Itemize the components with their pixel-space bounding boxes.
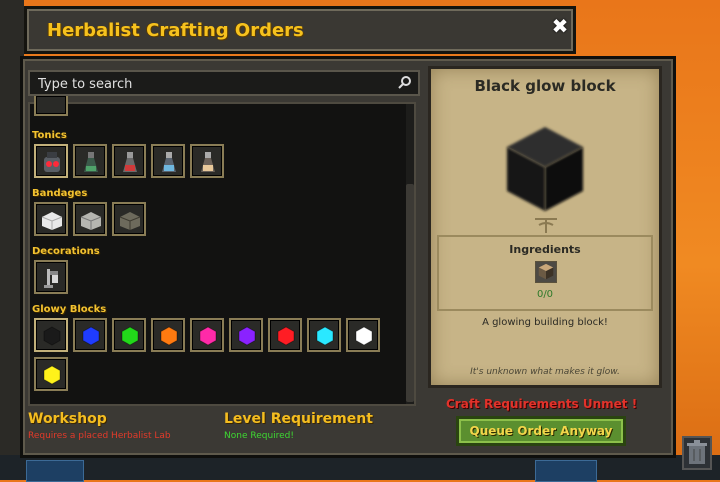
recipe-slot-glow-block[interactable]	[151, 318, 185, 352]
recipe-slot-bandage[interactable]	[112, 202, 146, 236]
search-bar[interactable]	[28, 70, 420, 96]
recipe-slot-glow-block[interactable]	[34, 357, 68, 391]
glow-block-icon	[355, 326, 373, 346]
item-detail-panel: Black glow block Ingredients 0/0 A glowi…	[428, 66, 662, 388]
glow-block-icon	[82, 326, 100, 346]
recipe-slot-glow-block[interactable]	[229, 318, 263, 352]
glow-block-icon	[160, 326, 178, 346]
ingredients-label: Ingredients	[509, 243, 581, 256]
recipe-slot-glow-block[interactable]	[112, 318, 146, 352]
recipe-slot-partial[interactable]	[34, 96, 68, 116]
item-title: Black glow block	[474, 77, 616, 95]
search-icon[interactable]	[398, 75, 412, 89]
bandage-icon	[41, 212, 63, 230]
item-flavor-text: It's unknown what makes it glow.	[470, 367, 620, 377]
requirements-unmet-warning: Craft Requirements Unmet !	[446, 397, 638, 411]
category-label-bandages: Bandages	[32, 188, 88, 199]
recipe-slot-glow-block[interactable]	[268, 318, 302, 352]
background-tile	[535, 460, 597, 482]
recipe-slot-bandage[interactable]	[73, 202, 107, 236]
lantern-icon	[44, 269, 58, 288]
recipe-slot-tonic[interactable]	[112, 144, 146, 178]
flask-icon	[84, 152, 98, 172]
tonic-icon	[44, 152, 60, 172]
ingredient-count: 0/0	[536, 289, 554, 300]
recipe-slot-glow-block[interactable]	[346, 318, 380, 352]
bandage-icon	[80, 212, 102, 230]
glow-block-icon	[316, 326, 334, 346]
glow-block-icon	[121, 326, 139, 346]
recipe-slot-decoration[interactable]	[34, 260, 68, 294]
scrollbar-thumb[interactable]	[406, 184, 414, 402]
glow-block-icon	[238, 326, 256, 346]
queue-order-button[interactable]: Queue Order Anyway	[456, 416, 626, 446]
glow-block-icon	[43, 365, 61, 385]
recipe-slot-tonic[interactable]	[151, 144, 185, 178]
glow-block-icon	[199, 326, 217, 346]
flask-icon	[201, 152, 215, 172]
recipe-slot-glow-block[interactable]	[73, 318, 107, 352]
workshop-status: Requires a placed Herbalist Lab	[28, 431, 171, 441]
recipe-slot-glow-block[interactable]	[190, 318, 224, 352]
background-floor	[0, 455, 720, 482]
item-description: A glowing building block!	[482, 317, 608, 328]
bandage-icon	[119, 212, 141, 230]
ingredients-box: Ingredients 0/0	[437, 235, 653, 311]
glow-block-icon	[277, 326, 295, 346]
category-label-tonics: Tonics	[32, 130, 67, 141]
black-glow-block-icon	[507, 127, 583, 211]
recipe-slot-tonic[interactable]	[190, 144, 224, 178]
recipe-slot-tonic[interactable]	[34, 144, 68, 178]
window-titlebar: Herbalist Crafting Orders ✖	[24, 6, 576, 54]
level-requirement-title: Level Requirement	[224, 411, 373, 427]
window-title: Herbalist Crafting Orders	[47, 20, 304, 41]
ingredient-icon[interactable]	[535, 261, 557, 283]
category-label-glowy-blocks: Glowy Blocks	[32, 304, 107, 315]
level-requirement-status: None Required!	[224, 431, 295, 441]
divider-ornament	[535, 218, 557, 233]
background-tile	[26, 460, 84, 482]
glow-block-icon	[43, 326, 61, 346]
recipe-slot-glow-block[interactable]	[307, 318, 341, 352]
search-input[interactable]	[36, 74, 400, 94]
close-icon[interactable]: ✖	[549, 15, 571, 37]
block-icon	[538, 263, 554, 280]
category-label-decorations: Decorations	[32, 246, 100, 257]
flask-icon	[162, 152, 176, 172]
flask-icon	[123, 152, 137, 172]
recipe-slot-tonic[interactable]	[73, 144, 107, 178]
trash-can-icon	[687, 440, 707, 464]
trash-icon[interactable]	[682, 436, 712, 470]
recipe-slot-glow-block[interactable]	[34, 318, 68, 352]
workshop-title: Workshop	[28, 411, 107, 427]
recipe-slot-bandage[interactable]	[34, 202, 68, 236]
